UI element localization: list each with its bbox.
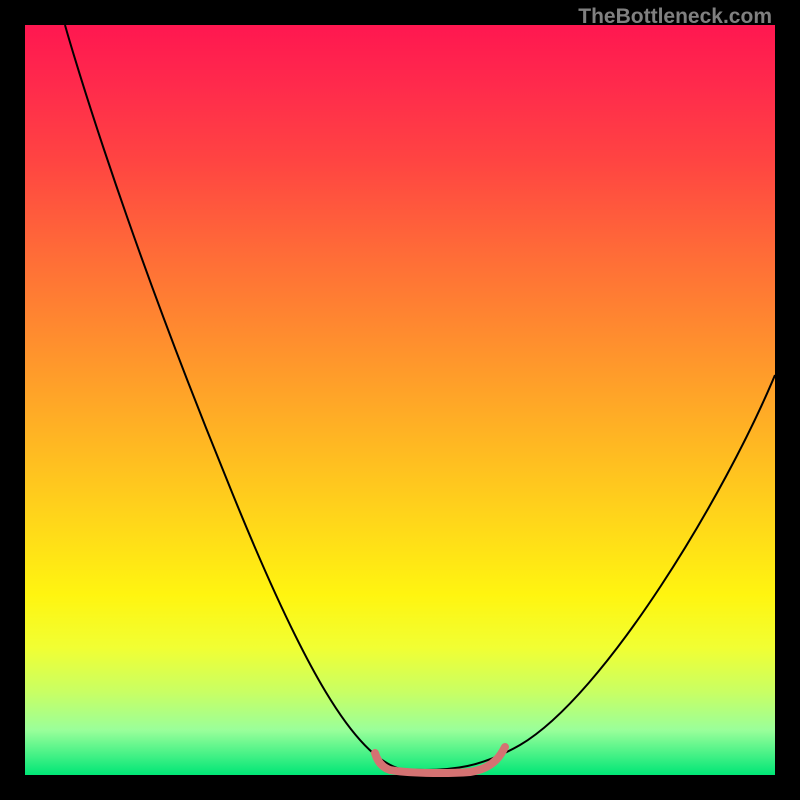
bottleneck-curve xyxy=(65,25,775,770)
chart-svg xyxy=(25,25,775,775)
watermark-text: TheBottleneck.com xyxy=(578,5,772,29)
plot-area xyxy=(25,25,775,775)
chart-container: TheBottleneck.com xyxy=(0,0,800,800)
